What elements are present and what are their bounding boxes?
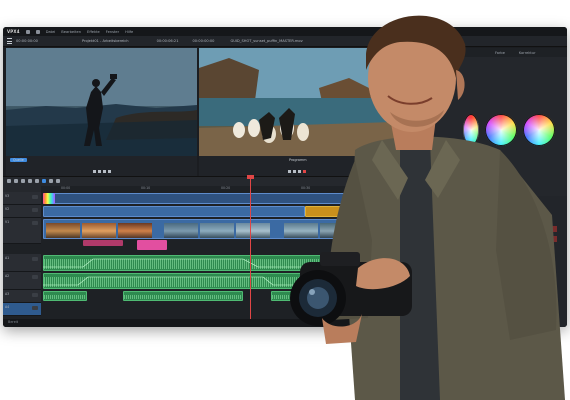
source-frame-image bbox=[6, 48, 197, 156]
save-icon[interactable] bbox=[35, 29, 40, 34]
loop-icon[interactable] bbox=[107, 170, 111, 173]
right-timecode: 00:00:00:00 bbox=[192, 39, 215, 43]
playhead[interactable] bbox=[250, 175, 251, 327]
audio-clip-a3[interactable] bbox=[123, 291, 243, 301]
track-header-a3[interactable]: A3 bbox=[3, 290, 41, 303]
clip-thumbnail bbox=[118, 223, 152, 238]
zoom-icon[interactable] bbox=[56, 179, 60, 183]
clip-thumbnail bbox=[82, 223, 116, 238]
snap-icon[interactable] bbox=[35, 179, 39, 183]
track-header-a1[interactable]: A1 bbox=[3, 254, 41, 272]
ruler-tick: 00:00 bbox=[61, 186, 71, 190]
effect-clip[interactable] bbox=[83, 240, 123, 246]
track-header-v3[interactable]: V3 bbox=[3, 192, 41, 205]
menu-item-edit[interactable]: Bearbeiten bbox=[61, 30, 81, 34]
menu-item-effects[interactable]: Effekte bbox=[87, 30, 100, 34]
play-icon[interactable] bbox=[97, 170, 101, 173]
menu-item-help[interactable]: Hilfe bbox=[125, 30, 133, 34]
transition-clip[interactable] bbox=[137, 240, 167, 250]
audio-clip-a3[interactable] bbox=[43, 291, 87, 301]
photographer-image bbox=[290, 15, 565, 400]
menu-item-file[interactable]: Datei bbox=[46, 30, 56, 34]
next-frame-icon[interactable] bbox=[102, 170, 106, 173]
track-header-a2[interactable]: A2 bbox=[3, 272, 41, 290]
track-header-a4[interactable]: A4 bbox=[3, 303, 41, 316]
prev-frame-icon[interactable] bbox=[92, 170, 96, 173]
status-text: Bereit bbox=[8, 320, 19, 324]
redo-icon[interactable] bbox=[28, 179, 32, 183]
undo-icon[interactable] bbox=[21, 179, 25, 183]
center-timecode: 00:00:06:21 bbox=[156, 39, 179, 43]
ruler-tick: 00:20 bbox=[221, 186, 231, 190]
source-monitor-controls: Quelle bbox=[6, 156, 197, 176]
source-label[interactable]: Quelle bbox=[10, 158, 27, 162]
menu-hamburger-icon[interactable] bbox=[7, 38, 12, 44]
menu-item-window[interactable]: Fenster bbox=[106, 30, 119, 34]
source-monitor[interactable] bbox=[6, 48, 197, 156]
select-tool-icon[interactable] bbox=[7, 179, 11, 183]
timeline-tools bbox=[7, 179, 60, 183]
source-transport bbox=[92, 170, 111, 173]
track-header-v1[interactable]: V1 bbox=[3, 218, 41, 244]
color-bars-clip[interactable] bbox=[43, 193, 55, 204]
clip-thumbnail bbox=[46, 223, 80, 238]
clip-thumbnail bbox=[164, 223, 198, 238]
project-title: Projekt01 - Arbeitsbereich bbox=[81, 39, 129, 43]
left-timecode: 00:00:00:00 bbox=[16, 39, 38, 43]
marker-icon[interactable] bbox=[49, 179, 53, 183]
razor-tool-icon[interactable] bbox=[14, 179, 18, 183]
ruler-tick: 00:10 bbox=[141, 186, 151, 190]
track-header-v2[interactable]: V2 bbox=[3, 205, 41, 218]
app-logo: VPX4 bbox=[7, 29, 20, 34]
file-icon[interactable] bbox=[25, 29, 30, 34]
magnet-icon[interactable] bbox=[42, 179, 46, 183]
clip-thumbnail bbox=[200, 223, 234, 238]
